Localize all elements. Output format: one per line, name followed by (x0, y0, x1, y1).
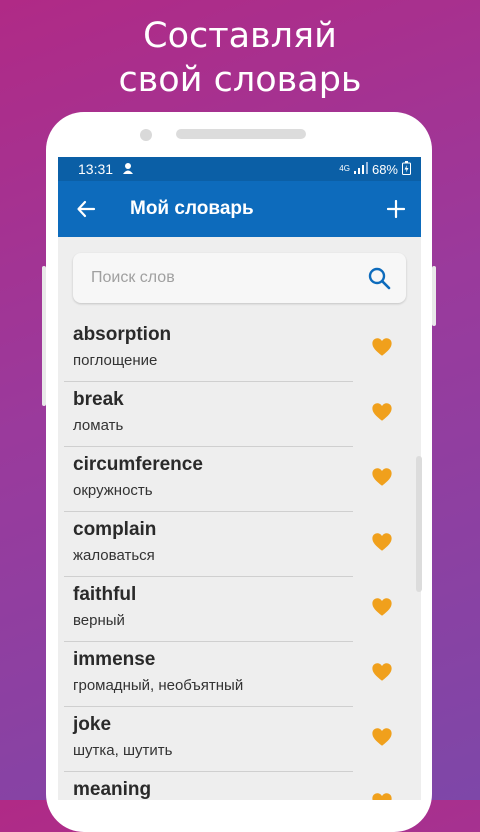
list-item[interactable]: joke шутка, шутить (58, 707, 421, 772)
word-translation: ломать (73, 417, 124, 434)
list-item[interactable]: break ломать (58, 382, 421, 447)
favorite-heart-icon[interactable] (371, 401, 393, 423)
list-item[interactable]: circumference окружность (58, 447, 421, 512)
word-text: break (73, 389, 124, 410)
favorite-heart-icon[interactable] (371, 466, 393, 488)
page-title: Мой словарь (130, 198, 254, 219)
favorite-heart-icon[interactable] (371, 791, 393, 800)
search-box (73, 253, 406, 303)
phone-speaker (176, 129, 306, 139)
favorite-heart-icon[interactable] (371, 336, 393, 358)
promo-line-1: Составляй (143, 16, 337, 56)
word-text: joke (73, 714, 112, 735)
list-item[interactable]: meaning (58, 772, 421, 800)
list-item[interactable]: immense громадный, необъятный (58, 642, 421, 707)
promo-line-2: свой словарь (118, 60, 362, 100)
signal-icon (353, 161, 368, 177)
battery-charging-icon (402, 160, 411, 178)
phone-side-button-right (432, 266, 436, 326)
app-bar: Мой словарь (58, 181, 421, 237)
phone-camera (140, 129, 152, 141)
word-translation: верный (73, 612, 125, 629)
phone-volume-button (416, 456, 422, 592)
word-list: absorption поглощение break ломать circumfer… (58, 317, 421, 800)
favorite-heart-icon[interactable] (371, 531, 393, 553)
status-bar: 13:31 4G 68% (58, 157, 421, 181)
word-translation: жаловаться (73, 547, 155, 564)
word-text: absorption (73, 324, 172, 345)
add-word-button[interactable] (383, 196, 409, 222)
status-right: 4G 68% (339, 160, 411, 178)
notification-icon (121, 161, 135, 178)
search-input[interactable] (89, 268, 366, 288)
promo-caption: Составляй свой словарь (0, 14, 480, 102)
list-item[interactable]: absorption поглощение (58, 317, 421, 382)
battery-percent: 68% (371, 161, 398, 177)
word-translation: громадный, необъятный (73, 677, 244, 694)
back-arrow-icon[interactable] (74, 197, 98, 221)
list-item[interactable]: faithful верный (58, 577, 421, 642)
app-screen: 13:31 4G 68% Мой словарь absorption (58, 157, 421, 800)
word-text: faithful (73, 584, 137, 605)
word-translation: шутка, шутить (73, 742, 173, 759)
word-translation: поглощение (73, 352, 158, 369)
list-item[interactable]: complain жаловаться (58, 512, 421, 577)
search-icon[interactable] (366, 265, 392, 291)
word-text: circumference (73, 454, 203, 475)
status-time: 13:31 (78, 161, 114, 177)
network-label: 4G (339, 164, 350, 173)
word-translation: окружность (73, 482, 153, 499)
word-text: complain (73, 519, 157, 540)
favorite-heart-icon[interactable] (371, 596, 393, 618)
word-text: meaning (73, 779, 152, 800)
word-text: immense (73, 649, 156, 670)
favorite-heart-icon[interactable] (371, 726, 393, 748)
favorite-heart-icon[interactable] (371, 661, 393, 683)
